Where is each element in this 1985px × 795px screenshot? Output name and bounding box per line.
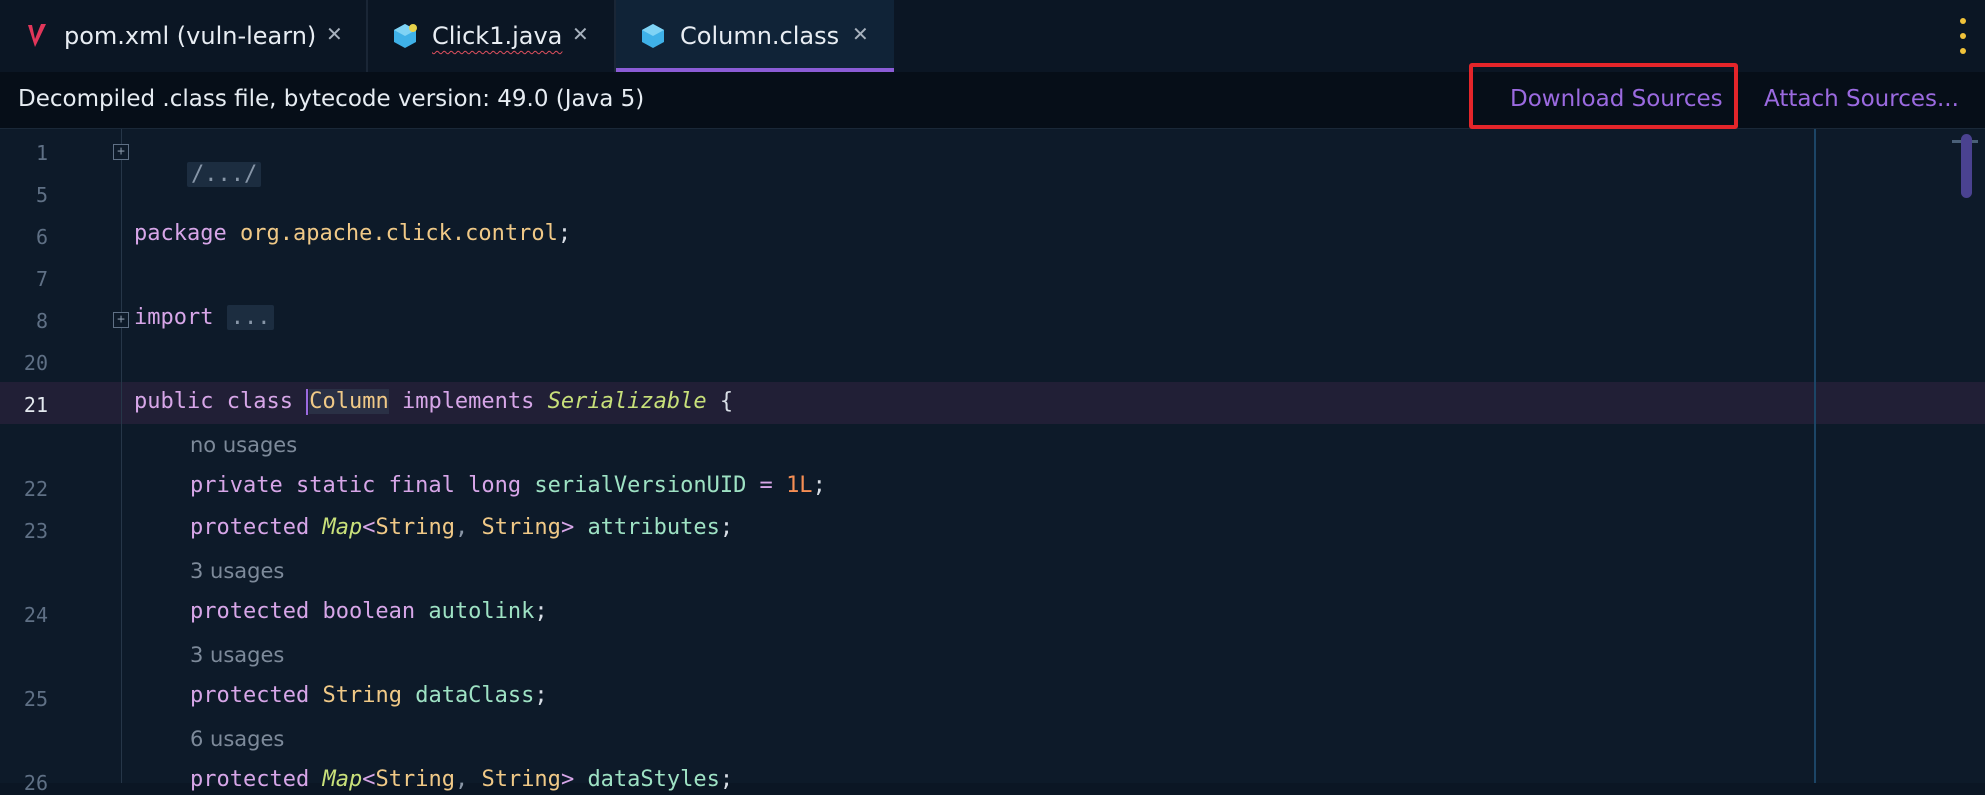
semicolon: ; (719, 515, 734, 540)
type-name: Map (322, 767, 363, 792)
brace: { (719, 389, 734, 414)
more-options-icon[interactable] (1959, 18, 1967, 54)
code-line-field: protected Map<String, String> attributes… (190, 515, 734, 540)
close-icon[interactable]: ✕ (572, 22, 589, 46)
java-class-icon (392, 21, 418, 51)
type-name: String (322, 683, 402, 708)
maven-icon (24, 21, 50, 51)
line-number: 26 (23, 771, 48, 795)
type-name: String (481, 515, 561, 540)
annotation-highlight-box (1469, 63, 1738, 129)
type-name: Map (322, 515, 363, 540)
close-icon[interactable]: ✕ (852, 22, 869, 46)
modifiers: protected (190, 683, 310, 708)
field-name: dataClass (415, 683, 535, 708)
field-name: autolink (428, 599, 535, 624)
line-number: 7 (35, 267, 48, 291)
type-name: String (375, 515, 455, 540)
fold-expand-icon[interactable]: + (113, 312, 129, 328)
line-number-current: 21 (23, 393, 48, 417)
keyword: class (226, 389, 293, 414)
tab-label: Click1.java (432, 22, 563, 50)
line-number: 1 (35, 141, 48, 165)
close-icon[interactable]: ✕ (326, 22, 343, 46)
modifiers: protected (190, 767, 310, 792)
keyword: package (134, 221, 227, 246)
editor-tab-bar: pom.xml (vuln-learn) ✕ Click1.java ✕ Col… (0, 0, 1985, 72)
number-literal: 1L (786, 473, 813, 498)
semicolon: ; (719, 767, 734, 792)
tab-click1-java[interactable]: Click1.java ✕ (368, 0, 614, 72)
keyword: import (134, 305, 214, 330)
line-number: 25 (23, 687, 48, 711)
line-number: 6 (35, 225, 48, 249)
field-name: attributes (587, 515, 720, 540)
fold-expand-icon[interactable]: + (113, 144, 129, 160)
code-line-field: protected Map<String, String> dataStyles… (190, 767, 734, 792)
line-number: 5 (35, 183, 48, 207)
text-caret (306, 389, 309, 415)
semicolon: ; (534, 599, 548, 624)
field-name: dataStyles (587, 767, 720, 792)
semicolon: ; (812, 473, 826, 498)
usages-hint[interactable]: no usages (190, 433, 297, 457)
attach-sources-link[interactable]: Attach Sources... (1764, 86, 1959, 112)
folded-header-comment[interactable]: /.../ (186, 162, 262, 187)
vertical-scrollbar[interactable] (1961, 134, 1972, 198)
usages-hint[interactable]: 3 usages (190, 643, 284, 667)
operator: = (746, 473, 787, 498)
line-number: 24 (23, 603, 48, 627)
semicolon: ; (534, 683, 548, 708)
line-number: 8 (35, 309, 48, 333)
gutter-divider (121, 129, 122, 783)
line-number: 20 (23, 351, 48, 375)
field-name: serialVersionUID (534, 473, 747, 498)
code-line-package: package org.apache.click.control; (134, 221, 572, 246)
tab-pom-xml[interactable]: pom.xml (vuln-learn) ✕ (0, 0, 366, 72)
usages-hint[interactable]: 3 usages (190, 559, 284, 583)
code-line-field: protected String dataClass; (190, 683, 548, 708)
code-editor[interactable]: 1 5 6 7 8 20 21 22 23 24 25 26 + + /.../… (0, 129, 1985, 795)
keyword: public (134, 389, 214, 414)
modifiers: protected (190, 515, 310, 540)
right-margin-guide (1814, 129, 1816, 783)
code-line: /.../ (134, 137, 262, 212)
code-line-field: private static final long serialVersionU… (190, 473, 826, 498)
folded-imports[interactable]: ... (226, 305, 275, 330)
class-name[interactable]: Column (309, 389, 389, 414)
tab-label: Column.class (680, 22, 840, 50)
interface-name[interactable]: Serializable (548, 389, 707, 414)
type-name: String (481, 767, 561, 792)
type-name: String (375, 767, 455, 792)
line-number: 23 (23, 519, 48, 543)
line-number: 22 (23, 477, 48, 501)
tab-label: pom.xml (vuln-learn) (64, 22, 317, 50)
modifiers: protected boolean (190, 599, 416, 624)
tab-column-class[interactable]: Column.class ✕ (616, 0, 894, 72)
code-line-import: import ... (134, 305, 275, 330)
keyword: implements (401, 389, 535, 414)
banner-message: Decompiled .class file, bytecode version… (18, 86, 645, 112)
usages-hint[interactable]: 6 usages (190, 727, 284, 751)
code-line-field: protected boolean autolink; (190, 599, 548, 624)
code-line-class-declaration: public class Column implements Serializa… (134, 389, 733, 415)
class-file-icon (640, 21, 666, 51)
package-name: org.apache.click.control (239, 221, 558, 246)
modifiers: private static final long (190, 473, 522, 498)
